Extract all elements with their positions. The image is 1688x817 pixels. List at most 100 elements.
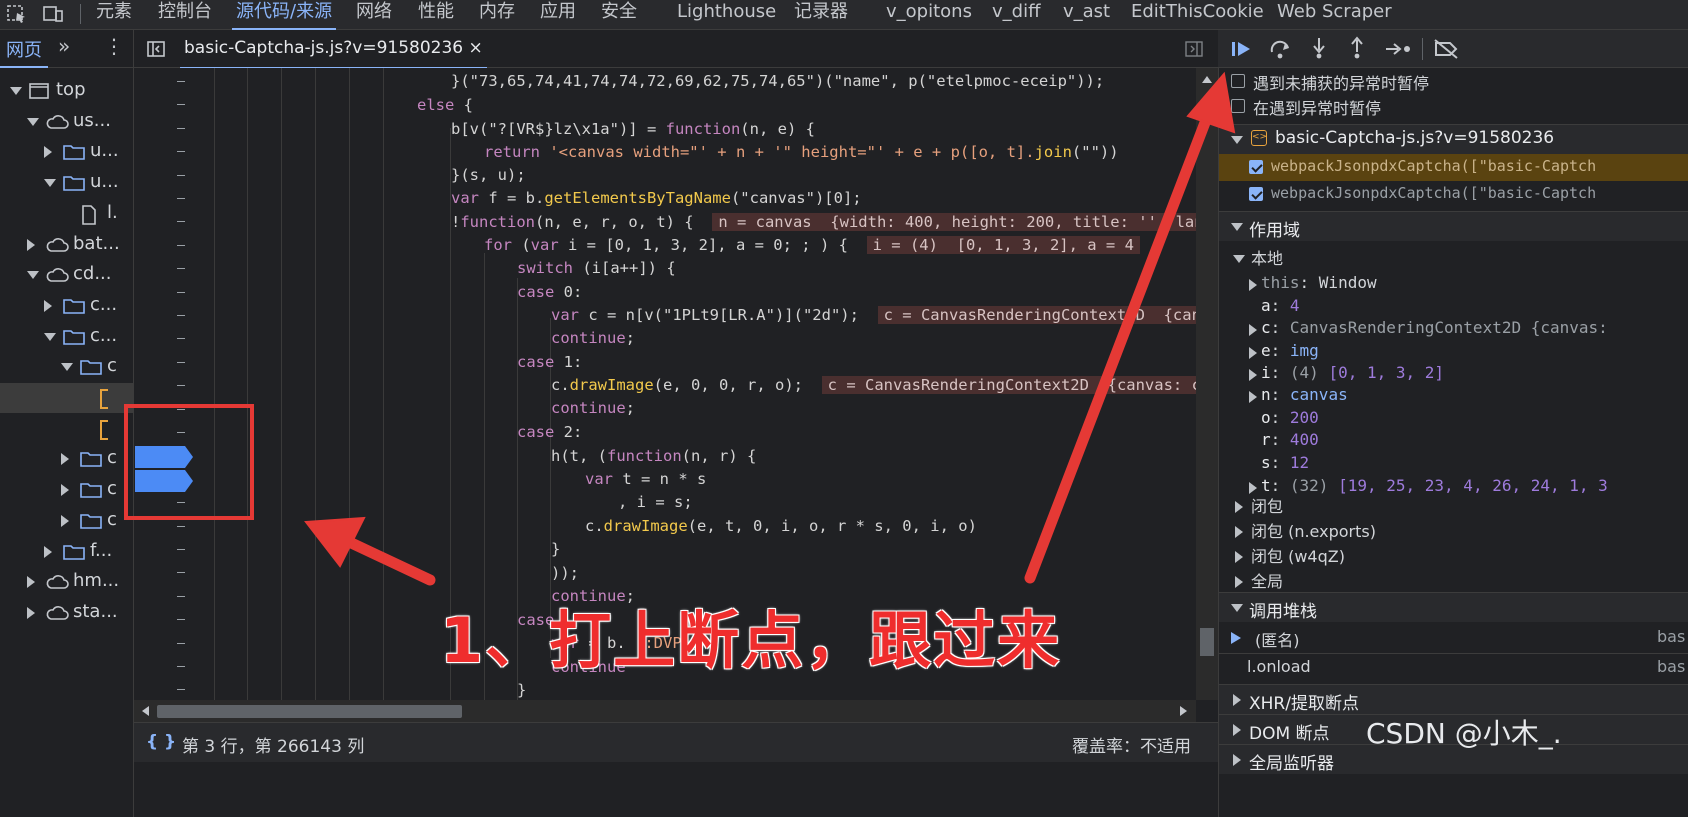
tab-page[interactable]: 网页 — [0, 36, 48, 68]
inspect-element-icon[interactable] — [6, 4, 28, 24]
call-frame-active[interactable]: (匿名) bas — [1219, 624, 1688, 654]
scrollbar-thumb[interactable] — [1200, 628, 1214, 656]
pretty-print-icon[interactable]: { } — [146, 732, 176, 752]
expand-icon[interactable] — [1235, 501, 1243, 513]
scroll-right-icon[interactable] — [1180, 706, 1187, 716]
tree-item[interactable]: l. — [0, 199, 134, 229]
tab-editthiscookie[interactable]: EditThisCookie — [1131, 0, 1264, 30]
toggle-debugger-icon[interactable] — [1184, 39, 1204, 59]
tab-security[interactable]: 安全 — [601, 0, 637, 30]
expand-icon[interactable] — [1233, 754, 1241, 766]
collapse-icon[interactable] — [1231, 136, 1243, 144]
expand-icon[interactable] — [1235, 576, 1243, 588]
line-marker[interactable] — [177, 619, 185, 621]
tab-console[interactable]: 控制台 — [158, 0, 212, 30]
coverage-status[interactable]: 覆盖率：不适用 — [1072, 732, 1191, 757]
tab-web-scraper[interactable]: Web Scraper — [1277, 0, 1392, 30]
scope-header[interactable]: 作用域 — [1219, 211, 1688, 241]
tree-item[interactable]: c — [0, 444, 134, 474]
collapse-icon[interactable] — [10, 87, 22, 95]
expand-icon[interactable] — [1249, 369, 1257, 381]
collapse-icon[interactable] — [1231, 223, 1243, 231]
expand-icon[interactable] — [44, 299, 52, 312]
device-toolbar-icon[interactable] — [42, 4, 64, 24]
tab-performance[interactable]: 性能 — [418, 0, 454, 30]
expand-icon[interactable] — [1249, 391, 1257, 403]
line-marker[interactable] — [177, 338, 185, 340]
line-marker[interactable] — [177, 549, 185, 550]
scroll-up-icon[interactable] — [1202, 76, 1212, 83]
line-marker[interactable] — [177, 198, 185, 199]
tree-item[interactable]: us... — [0, 107, 134, 137]
tab-lighthouse[interactable]: Lighthouse — [677, 0, 776, 30]
breakpoint-checkbox[interactable] — [1249, 160, 1263, 174]
collapse-icon[interactable] — [1231, 604, 1243, 612]
expand-icon[interactable] — [27, 606, 35, 619]
breakpoint-item[interactable]: webpackJsonpdxCaptcha(["basic-Captch — [1219, 181, 1688, 208]
scroll-left-icon[interactable] — [142, 706, 149, 716]
line-marker[interactable] — [177, 385, 185, 387]
collapse-icon[interactable] — [27, 271, 39, 280]
tab-application[interactable]: 应用 — [540, 0, 576, 30]
expand-icon[interactable] — [61, 453, 69, 466]
expand-icon[interactable] — [1235, 526, 1243, 538]
expand-icon[interactable] — [1249, 347, 1257, 359]
tree-item[interactable]: top — [0, 76, 134, 106]
call-frame[interactable]: l.onload bas — [1219, 655, 1688, 685]
vertical-scrollbar[interactable] — [1196, 68, 1218, 700]
line-marker[interactable] — [177, 525, 185, 527]
call-stack-header[interactable]: 调用堆栈 — [1219, 592, 1688, 622]
more-options-icon[interactable]: ⋮ — [104, 34, 124, 58]
toggle-navigator-icon[interactable] — [146, 39, 166, 59]
tree-item[interactable]: c — [0, 506, 134, 536]
expand-icon[interactable] — [1249, 324, 1257, 336]
tree-item[interactable]: c... — [0, 322, 134, 352]
expand-icon[interactable] — [27, 238, 35, 251]
expand-icon[interactable] — [27, 576, 35, 589]
breakpoint-item-active[interactable]: webpackJsonpdxCaptcha(["basic-Captch — [1219, 154, 1688, 181]
line-marker[interactable] — [177, 315, 185, 316]
step-over-icon[interactable] — [1268, 38, 1294, 60]
resume-icon[interactable] — [1230, 38, 1256, 60]
collapse-icon[interactable] — [61, 363, 73, 372]
expand-icon[interactable] — [1233, 694, 1241, 706]
expand-icon[interactable] — [1249, 279, 1257, 291]
collapse-icon[interactable] — [44, 332, 56, 341]
tab-elements[interactable]: 元素 — [96, 0, 132, 30]
line-marker[interactable] — [177, 174, 185, 176]
tab-v-opitons[interactable]: v_opitons — [886, 0, 972, 30]
collapse-icon[interactable] — [1233, 255, 1245, 263]
breakpoints-file-header[interactable]: <> basic-Captcha-js.js?v=91580236 — [1219, 124, 1688, 154]
tab-memory[interactable]: 内存 — [479, 0, 515, 30]
line-marker[interactable] — [177, 595, 185, 597]
collapse-icon[interactable] — [27, 117, 39, 126]
collapse-icon[interactable] — [44, 179, 56, 188]
step-out-icon[interactable] — [1344, 36, 1370, 60]
line-marker[interactable] — [177, 127, 185, 129]
tree-item[interactable] — [0, 383, 134, 413]
expand-icon[interactable] — [61, 514, 69, 527]
tree-item[interactable]: cd... — [0, 260, 134, 290]
tree-item[interactable]: sta... — [0, 598, 134, 628]
step-into-icon[interactable] — [1306, 36, 1332, 60]
tree-item[interactable]: u... — [0, 168, 134, 198]
line-marker[interactable] — [177, 291, 185, 293]
line-marker[interactable] — [177, 81, 185, 82]
tree-item[interactable]: u... — [0, 137, 134, 167]
line-marker[interactable] — [177, 104, 185, 106]
tab-sources[interactable]: 源代码/来源 — [231, 0, 337, 30]
tab-v-ast[interactable]: v_ast — [1063, 0, 1110, 30]
tree-item[interactable]: hm... — [0, 567, 134, 597]
pause-caught-checkbox[interactable] — [1231, 99, 1245, 113]
scrollbar-thumb[interactable] — [157, 705, 462, 718]
tab-network[interactable]: 网络 — [356, 0, 392, 30]
close-icon[interactable]: × — [469, 38, 483, 58]
line-marker[interactable] — [177, 221, 185, 223]
tree-item[interactable]: f... — [0, 537, 134, 567]
tab-recorder[interactable]: 记录器 — [794, 0, 848, 30]
deactivate-breakpoints-icon[interactable] — [1432, 38, 1460, 60]
line-marker[interactable] — [177, 361, 185, 363]
expand-icon[interactable] — [61, 484, 69, 497]
line-number-gutter[interactable] — [134, 68, 210, 700]
more-tabs-icon[interactable]: » — [58, 34, 70, 58]
